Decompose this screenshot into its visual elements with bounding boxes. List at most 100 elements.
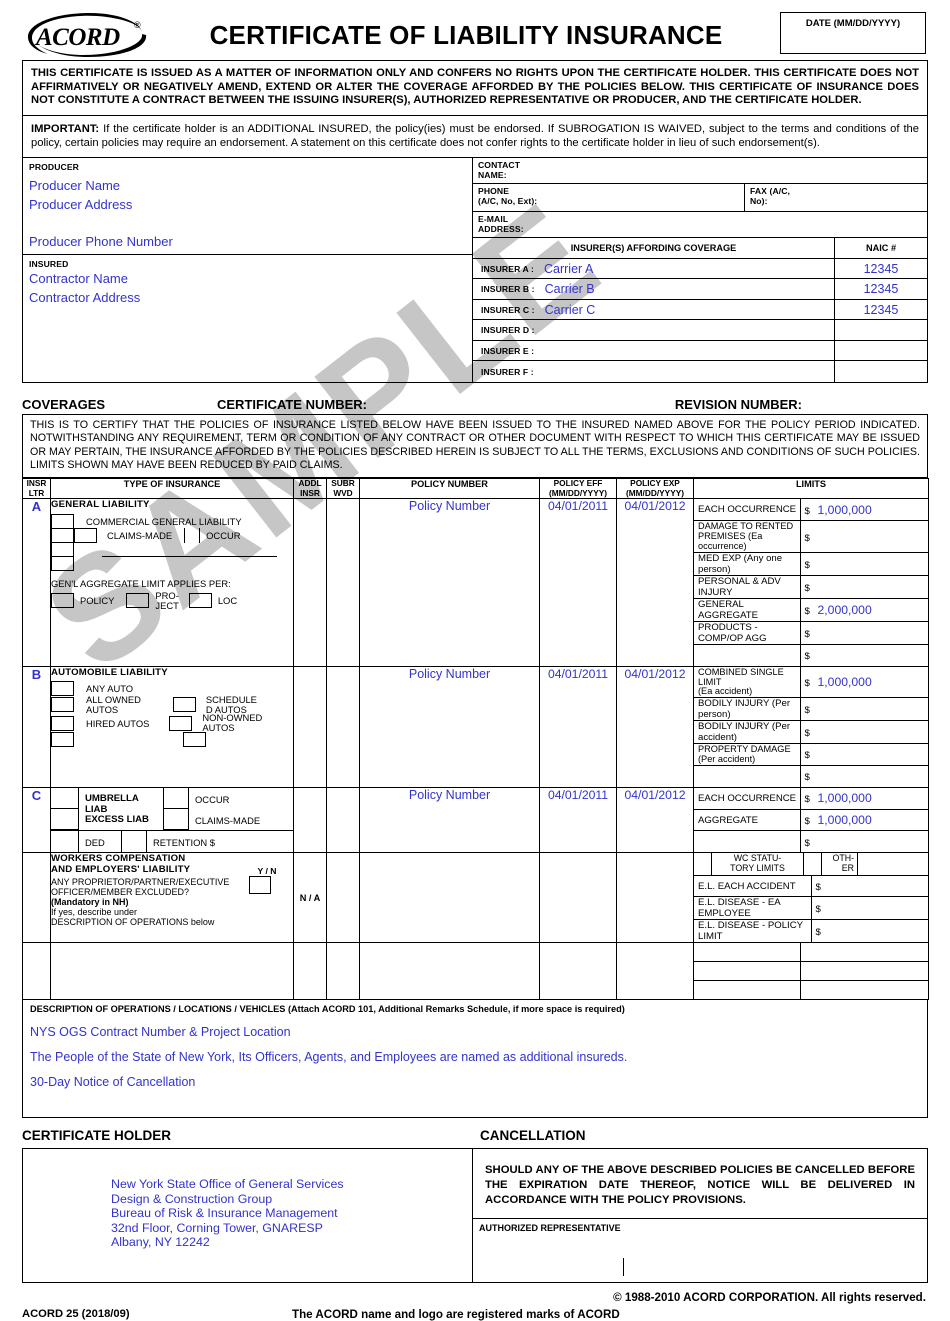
gl-blank-checkbox-2[interactable]: [51, 556, 74, 572]
blank-limit-label-2[interactable]: [694, 961, 801, 981]
gl-claimsmade-checkbox[interactable]: [51, 528, 74, 544]
cancellation-column: SHOULD ANY OF THE ABOVE DESCRIBED POLICI…: [473, 1149, 927, 1282]
umb-claimsmade-checkbox[interactable]: [163, 808, 189, 830]
umb-addl-insr[interactable]: [293, 786, 327, 854]
auto-allowned-checkbox[interactable]: [51, 697, 74, 713]
gl-policy-eff[interactable]: 04/01/2011: [539, 498, 617, 667]
auto-nonowned-checkbox[interactable]: [169, 715, 193, 731]
umb-occur-checkbox[interactable]: [163, 787, 189, 809]
gl-claimsmade-checkbox-2[interactable]: [74, 528, 97, 544]
auto-policy-exp[interactable]: 04/01/2012: [616, 665, 694, 788]
umbrella-liability-row: C UMBRELLA LIAB EXCESS LIAB OCCUR CLAIMS…: [22, 786, 929, 854]
contact-name-field[interactable]: CONTACT NAME:: [473, 158, 927, 184]
date-field[interactable]: DATE (MM/DD/YYYY): [780, 12, 926, 54]
wc-policy-eff[interactable]: [539, 852, 617, 944]
gl-cgl-checkbox[interactable]: [51, 514, 74, 530]
gl-policy-number[interactable]: Policy Number: [359, 498, 540, 667]
gl-limit-amount-6[interactable]: $: [799, 620, 928, 645]
wc-other-checkbox[interactable]: [804, 853, 822, 875]
blank-policy-number[interactable]: [359, 942, 540, 1001]
umb-umbrella-checkbox[interactable]: [51, 787, 79, 809]
producer-block[interactable]: PRODUCER Producer Name Producer Address …: [23, 158, 472, 254]
wc-policy-number[interactable]: [359, 852, 540, 944]
umb-limit-row-2: AGGREGATE $ 1,000,000: [694, 808, 928, 832]
auto-limit-amount-4[interactable]: $: [799, 743, 928, 766]
umb-policy-number[interactable]: Policy Number: [359, 786, 540, 854]
gl-subr-wvd[interactable]: [326, 498, 360, 667]
umb-policy-eff[interactable]: 04/01/2011: [539, 786, 617, 854]
gl-divider-1: [184, 528, 186, 544]
insurer-row-d[interactable]: INSURER D :: [473, 320, 927, 341]
insurer-row-f[interactable]: INSURER F :: [473, 361, 927, 382]
gl-project-checkbox[interactable]: [126, 593, 150, 609]
auto-addl-insr[interactable]: [293, 665, 327, 788]
auto-hired-label: HIRED AUTOS: [86, 717, 150, 729]
gl-occur-label: OCCUR: [206, 530, 241, 542]
description-of-operations-box[interactable]: DESCRIPTION OF OPERATIONS / LOCATIONS / …: [22, 1000, 928, 1119]
umb-excess-checkbox[interactable]: [51, 808, 79, 830]
blank-policy-eff[interactable]: [539, 942, 617, 1001]
blank-limit-amount-2[interactable]: [799, 961, 928, 981]
umb-limit-amount-2[interactable]: $ 1,000,000: [799, 808, 928, 832]
auto-policy-eff[interactable]: 04/01/2011: [539, 665, 617, 788]
blank-limit-label-1[interactable]: [694, 943, 801, 963]
umb-retention-checkbox[interactable]: [121, 830, 147, 853]
gl-policy-checkbox[interactable]: [51, 593, 74, 609]
blank-subr-wvd[interactable]: [326, 942, 360, 1001]
insurer-row-b[interactable]: INSURER B : Carrier B 12345: [473, 279, 927, 300]
gl-limit-amount-3[interactable]: $: [799, 551, 928, 576]
wc-policy-exp[interactable]: [616, 852, 694, 944]
gl-addl-insr[interactable]: [293, 498, 327, 667]
umb-subr-wvd[interactable]: [326, 786, 360, 854]
wc-excluded-checkbox[interactable]: [249, 876, 271, 895]
insurer-row-c[interactable]: INSURER C : Carrier C 12345: [473, 299, 927, 321]
wc-limit-amount-3[interactable]: $: [810, 919, 928, 943]
blank-limit-amount-3[interactable]: [799, 979, 928, 1000]
gl-limit-amount-4[interactable]: $: [799, 574, 928, 599]
insured-block[interactable]: INSURED Contractor Name Contractor Addre…: [23, 253, 472, 339]
auto-limit-amount-1[interactable]: $ 1,000,000: [799, 666, 928, 699]
umb-policy-exp[interactable]: 04/01/2012: [616, 786, 694, 854]
auto-scheduled-checkbox[interactable]: [172, 697, 196, 713]
gl-limit-amount-2[interactable]: $: [799, 520, 928, 553]
gl-limit-amount-5[interactable]: $ 2,000,000: [799, 597, 928, 622]
gl-blank-checkbox-1[interactable]: [51, 542, 74, 558]
wc-subr-wvd[interactable]: [326, 852, 360, 944]
email-field[interactable]: E-MAIL ADDRESS:: [473, 212, 927, 238]
fax-field[interactable]: FAX (A/C, No):: [745, 184, 927, 211]
auto-subr-wvd[interactable]: [326, 665, 360, 788]
wc-addl-insr[interactable]: N / A: [293, 852, 327, 944]
auto-blank-checkbox-1[interactable]: [51, 731, 74, 747]
auto-limit-amount-3[interactable]: $: [799, 720, 928, 745]
wc-limit-amount-2[interactable]: $: [810, 896, 928, 921]
blank-addl-insr[interactable]: [293, 942, 327, 1001]
certificate-holder-address[interactable]: New York State Office of General Service…: [23, 1149, 473, 1283]
gl-loc-checkbox[interactable]: [188, 593, 212, 609]
insurer-row-e[interactable]: INSURER E :: [473, 340, 927, 362]
blank-policy-exp[interactable]: [616, 942, 694, 1001]
authorized-representative-block[interactable]: AUTHORIZED REPRESENTATIVE: [473, 1218, 927, 1282]
holder-cancellation-box: New York State Office of General Service…: [22, 1148, 928, 1284]
auto-anyauto-checkbox[interactable]: [51, 680, 74, 696]
blank-type-cell[interactable]: [50, 942, 294, 1001]
umb-limit-amount-3[interactable]: $: [799, 830, 928, 853]
umb-limit-amount-1[interactable]: $ 1,000,000: [799, 787, 928, 810]
auto-limit-amount-2[interactable]: $: [799, 697, 928, 722]
blank-insr-ltr[interactable]: [22, 942, 51, 1001]
wc-limit-amount-1[interactable]: $: [810, 874, 928, 898]
gl-policy-exp[interactable]: 04/01/2012: [616, 498, 694, 667]
blank-limit-amount-1[interactable]: [799, 943, 928, 963]
acord-logo-icon: ACORD ®: [28, 13, 147, 57]
auto-policy-number[interactable]: Policy Number: [359, 665, 540, 788]
blank-limit-label-3[interactable]: [694, 979, 801, 1000]
phone-field[interactable]: PHONE (A/C, No, Ext):: [473, 183, 745, 211]
auto-blank-checkbox-2[interactable]: [183, 731, 206, 747]
umb-ded-checkbox[interactable]: [51, 830, 79, 853]
auto-limit-amount-5[interactable]: $: [799, 764, 928, 787]
gl-limit-amount-7[interactable]: $: [799, 643, 928, 666]
insurers-affording-coverage-header: INSURER(S) AFFORDING COVERAGE: [473, 237, 835, 258]
wc-statutory-checkbox[interactable]: [694, 853, 712, 875]
auto-hired-checkbox[interactable]: [51, 715, 74, 731]
gl-limit-amount-1[interactable]: $ 1,000,000: [799, 499, 928, 522]
insurer-row-a[interactable]: INSURER A : Carrier A 12345: [473, 258, 927, 280]
